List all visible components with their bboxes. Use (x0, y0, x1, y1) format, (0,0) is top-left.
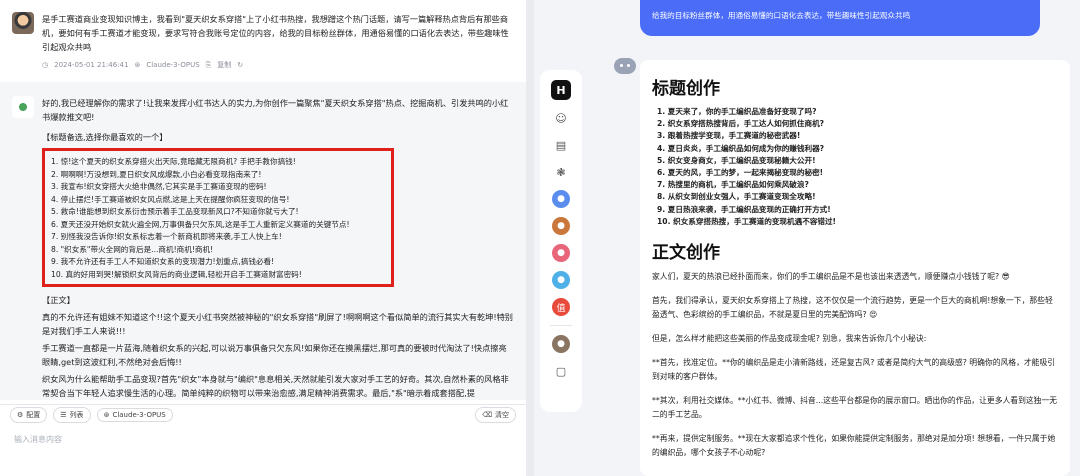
message-timestamp: 2024-05-01 21:46:41 (54, 61, 129, 69)
user-message-text: 是手工赛道商业变现知识博主，我看到"夏天织女系穿搭"上了小红书热搜，我想蹭这个热… (42, 14, 509, 52)
title-item: 3. 我宣布!织女穿搭大火绝非偶然,它其实是手工赛道变现的密码! (51, 182, 267, 191)
copy-icon[interactable]: ⎘ (206, 58, 212, 72)
title-list: 1. 夏天来了，你的手工编织品准备好变现了吗? 2. 织女系穿搭热搜背后，手工达… (652, 106, 1058, 228)
title-item: 4. 停止摆烂!手工赛道被织女风点燃,这是上天在提醒你疯狂变现的信号! (51, 194, 290, 204)
list-icon: ☰ (60, 410, 67, 419)
user-message: 是手工赛道商业变现知识博主，我看到"夏天织女系穿搭"上了小红书热搜，我想蹭这个热… (0, 0, 526, 72)
app-icon-2[interactable]: ● (552, 217, 570, 235)
title-item: 8. "织女系"带火全网的背后是...商机!商机!商机! (51, 244, 214, 254)
app-icon-1[interactable]: ● (552, 190, 570, 208)
bot-avatar (12, 96, 34, 118)
list-button[interactable]: ☰ 列表 (53, 406, 91, 423)
response-card: 标题创作 1. 夏天来了，你的手工编织品准备好变现了吗? 2. 织女系穿搭热搜背… (640, 60, 1070, 476)
title-item: 1. 惊!这个夏天的织女系穿搭火出天际,竟暗藏无限商机? 手把手教你搞钱! (51, 157, 296, 166)
model-icon: ⊛ (103, 410, 110, 419)
gear-icon: ⚙ (17, 410, 24, 419)
assistant-avatar-icon (614, 58, 636, 74)
highlighted-titles-box: 1. 惊!这个夏天的织女系穿搭火出天际,竟暗藏无限商机? 手把手教你搞钱! 2.… (42, 148, 394, 287)
title-item: 9. 我不允许还有手工人不知道织女系的变现潜力!划重点,搞钱必看! (51, 257, 275, 266)
broom-icon: ⌫ (482, 410, 492, 419)
clock-icon: ◷ (42, 61, 49, 69)
bot-intro-text: 好的,我已经理解你的需求了!让我来发挥小红书达人的实力,为你创作一篇聚焦"夏天织… (42, 98, 509, 122)
clear-button[interactable]: ⌫ 清空 (475, 406, 516, 423)
body-paragraph: **其次，利用社交媒体。**小红书、微博、抖音...这些平台都是你的展示窗口。晒… (652, 396, 1058, 420)
body-paragraph: 首先，我们得承认，夏天织女系穿搭上了热搜，这不仅仅是一个流行趋势，更是一个巨大的… (652, 296, 1053, 320)
left-chat-pane: 是手工赛道商业变现知识博主，我看到"夏天织女系穿搭"上了小红书热搜，我想蹭这个热… (0, 0, 526, 476)
user-avatar (12, 12, 34, 34)
title-item: 7. 别怪我没告诉你!织女系标志着一个新商机即将来袭,手工人快上车! (51, 232, 282, 241)
title-section-heading: 标题创作 (652, 79, 720, 99)
title-item: 3. 跟着热搜学变现，手工赛道的秘密武器! (657, 131, 801, 141)
model-select[interactable]: ⊛ Claude-3-OPUS (96, 407, 173, 422)
app-icon-3[interactable]: ● (552, 244, 570, 262)
body-paragraph: 织女风为什么能帮助手工品变现?首先"织女"本身就与"编织"息息相关,天然就能引发… (42, 374, 509, 398)
config-label: 配置 (26, 410, 41, 419)
body-paragraph: **再来，提供定制服务。**现在大家都追求个性化，如果你能提供定制服务，那绝对是… (652, 434, 1056, 458)
title-item: 5. 织女变身商女，手工编织品变现秘籍大公开! (657, 155, 816, 165)
app-root: 是手工赛道商业变现知识博主，我看到"夏天织女系穿搭"上了小红书热搜，我想蹭这个热… (0, 0, 1080, 476)
history-icon[interactable]: ▤ (552, 136, 570, 154)
app-logo[interactable]: H (551, 80, 571, 100)
titles-header: 【标题备选,选择你最喜欢的一个】 (42, 132, 168, 142)
body-header: 【正文】 (42, 295, 75, 305)
title-item: 5. 救命!谁能想到织女系衍击预示着手工品变现新风口?不知道你就亏大了! (51, 207, 299, 216)
profile-avatar[interactable]: ● (552, 335, 570, 353)
title-item: 8. 从织女到创业女强人，手工赛道变现全攻略! (657, 192, 816, 202)
right-chat-pane: 给我的目标粉丝群体，用通俗易懂的口语化去表达，带些趣味性引起观众共鸣 H ☺ ▤… (534, 0, 1080, 476)
clear-label: 清空 (495, 410, 509, 419)
body-paragraph: 手工赛道一直都是一片蓝海,随着织女系的兴起,可以说万事俱备只欠东风!如果你还在摸… (42, 343, 507, 367)
chat-toolbar: ⚙ 配置 ☰ 列表 ⊛ Claude-3-OPUS ⌫ 清空 (0, 404, 526, 424)
app-rail: H ☺ ▤ ❃ ● ● ● ● 值 ● ▢ (540, 70, 582, 412)
body-paragraph: 真的不允许还有姐妹不知道这个!!这个夏天小红书突然被神秘的"织女系穿搭"刷屏了!… (42, 312, 513, 336)
document-icon[interactable]: ▢ (552, 362, 570, 380)
title-item: 10. 真的好用到哭!解锁织女风背后的商业逻辑,轻松开启手工赛道财富密码! (51, 269, 302, 279)
body-paragraph: 但是，怎么样才能把这些美丽的作品变成现金呢? 别急，我来告诉你几个小秘诀: (652, 334, 927, 344)
bot-message: 好的,我已经理解你的需求了!让我来发挥小红书达人的实力,为你创作一篇聚焦"夏天织… (0, 82, 526, 400)
title-item: 2. 啊啊啊!万没想到,夏日织女风成爆款,小白必看变现指南来了! (51, 169, 262, 179)
title-item: 6. 夏天的风，手工的梦，一起来揭秘变现的秘密! (657, 168, 824, 178)
new-chat-icon[interactable]: ☺ (552, 109, 570, 127)
title-item: 1. 夏天来了，你的手工编织品准备好变现了吗? (657, 107, 817, 116)
title-item: 4. 夏日炎炎，手工编织品如何成为你的赚钱利器? (657, 143, 825, 153)
body-paragraph: **首先，找准定位。**你的编织品是走小清新路线，还是复古风? 或者是简约大气的… (652, 358, 1056, 382)
title-item: 10. 织女系穿搭热搜，手工赛道的变现机遇不容错过! (657, 216, 837, 226)
rail-separator (550, 325, 572, 326)
user-bubble: 给我的目标粉丝群体，用通俗易懂的口语化去表达，带些趣味性引起观众共鸣 (640, 0, 1040, 36)
plugin-icon[interactable]: ❃ (552, 163, 570, 181)
model-icon: ⊛ (134, 61, 141, 69)
app-icon-4[interactable]: ● (552, 271, 570, 289)
title-item: 7. 热搜里的商机，手工编织品如何乘风破浪? (657, 180, 809, 190)
body-section-heading: 正文创作 (652, 243, 720, 264)
refresh-icon[interactable]: ↻ (237, 58, 243, 72)
list-label: 列表 (69, 410, 84, 419)
pane-divider[interactable] (526, 0, 534, 476)
model-label: Claude-3-OPUS (112, 410, 166, 419)
title-item: 9. 夏日热浪来袭，手工编织品变现的正确打开方式! (657, 204, 831, 214)
message-meta: ◷ 2024-05-01 21:46:41 ⊛ Claude-3-OPUS ⎘ … (42, 58, 514, 72)
message-model: Claude-3-OPUS (146, 61, 200, 69)
message-input[interactable]: 输入消息内容 (0, 424, 526, 476)
config-button[interactable]: ⚙ 配置 (10, 406, 48, 423)
copy-button[interactable]: 复制 (217, 58, 231, 72)
title-item: 6. 夏天还没开始织女就火遍全网,万事俱备只欠东风,这是手工人重新定义赛道的关键… (51, 219, 350, 229)
title-item: 2. 织女系穿搭热搜背后，手工达人如何抓住商机? (657, 119, 825, 129)
app-icon-5[interactable]: 值 (552, 298, 570, 316)
body-paragraph: 家人们，夏天的热浪已经扑面而来，你们的手工编织品是不是也该出来透透气，顺便赚点小… (652, 272, 1010, 282)
